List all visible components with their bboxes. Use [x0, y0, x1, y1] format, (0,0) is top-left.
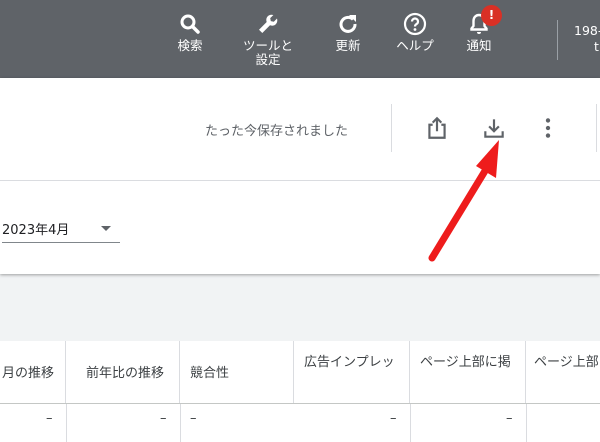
saved-status: たった今保存されました — [205, 124, 349, 139]
table-cell: – — [160, 411, 167, 426]
cell-divider — [66, 404, 67, 442]
date-value: 2023年4月 — [2, 223, 70, 238]
tools-settings-button[interactable]: ツールと 設定 — [233, 12, 303, 67]
panel-separator — [0, 180, 600, 181]
cell-divider — [410, 404, 411, 442]
more-vert-icon — [545, 118, 551, 138]
download-icon — [484, 119, 504, 138]
cell-divider — [526, 404, 527, 442]
update-button[interactable]: 更新 — [330, 12, 366, 53]
col-header-monthly-trend[interactable]: 月の推移 — [0, 341, 66, 403]
search-icon — [180, 14, 200, 34]
notify-label: 通知 — [466, 38, 492, 53]
more-options-button[interactable] — [535, 115, 561, 141]
col-header-ad-impressions[interactable]: 広告インプレッ — [294, 341, 410, 403]
refresh-icon — [339, 15, 357, 33]
panel-edge — [596, 104, 600, 152]
col-header-top-of-page-bid-high[interactable]: ページ上部 — [526, 341, 600, 403]
update-label: 更新 — [335, 38, 361, 53]
top-navigation-bar: 検索 ツールと 設定 更新 ヘルプ 通知 ! 198- t — [0, 0, 600, 78]
search-label: 検索 — [177, 38, 203, 53]
notification-badge: ! — [481, 5, 502, 26]
tools-label-line2: 設定 — [255, 52, 281, 67]
help-label: ヘルプ — [396, 38, 434, 53]
table-cell: – — [46, 411, 53, 426]
share-button[interactable] — [424, 115, 450, 141]
toolbar-divider — [391, 104, 392, 152]
table-cell: – — [506, 411, 513, 426]
help-icon — [403, 12, 427, 36]
search-button[interactable]: 検索 — [173, 12, 207, 53]
share-icon — [428, 116, 446, 139]
col-header-yoy-trend[interactable]: 前年比の推移 — [66, 341, 180, 403]
header-row-separator — [0, 403, 600, 404]
wrench-icon — [259, 14, 278, 33]
plan-panel: たった今保存されました 2023年4月 — [0, 78, 600, 274]
cell-divider — [180, 404, 181, 442]
col-header-top-of-page-bid-low[interactable]: ページ上部に掲 — [410, 341, 526, 403]
download-button[interactable] — [481, 115, 507, 141]
date-range-select[interactable]: 2023年4月 — [2, 218, 120, 243]
dropdown-caret-icon — [101, 226, 111, 231]
tools-label-line1: ツールと — [242, 38, 293, 53]
col-header-competition[interactable]: 競合性 — [180, 341, 294, 403]
help-button[interactable]: ヘルプ — [390, 12, 440, 53]
account-id-line1: 198- — [574, 23, 600, 38]
account-id[interactable]: 198- t — [574, 23, 600, 55]
topbar-divider — [557, 20, 558, 60]
table-cell: – — [390, 411, 397, 426]
keyword-table: 月の推移 前年比の推移 競合性 広告インプレッ ページ上部に掲 ページ上部 – … — [0, 341, 600, 442]
table-cell: – — [190, 411, 197, 426]
account-id-line2: t — [594, 39, 599, 54]
